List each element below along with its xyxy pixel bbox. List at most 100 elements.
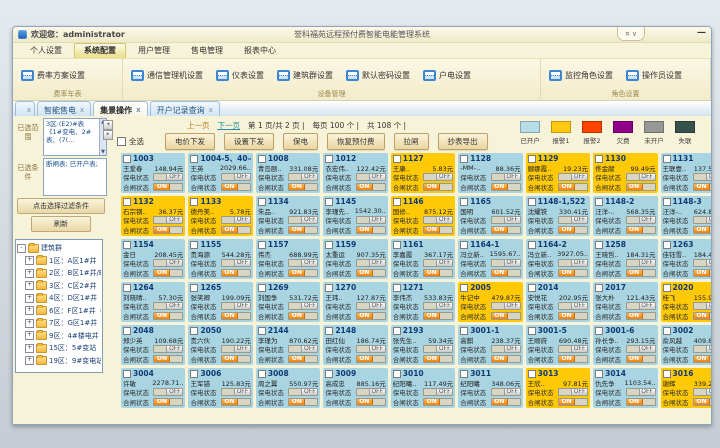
switch-state-toggle[interactable]: ON <box>153 183 183 191</box>
menu-item-用户管理[interactable]: 用户管理 <box>129 44 179 58</box>
power-protect-toggle[interactable]: OFF <box>491 345 521 353</box>
tree-item[interactable]: +4区：D区1#井（D区.. <box>17 292 101 305</box>
card-checkbox[interactable] <box>528 155 536 163</box>
power-protect-toggle[interactable]: OFF <box>221 302 251 310</box>
card-checkbox[interactable] <box>460 284 468 292</box>
switch-state-toggle[interactable]: ON <box>626 183 656 191</box>
card-checkbox[interactable] <box>325 241 333 249</box>
card-checkbox[interactable] <box>258 241 266 249</box>
power-protect-toggle[interactable]: OFF <box>153 302 183 310</box>
card-checkbox[interactable] <box>460 370 468 378</box>
power-protect-toggle[interactable]: OFF <box>288 216 318 224</box>
card-checkbox[interactable] <box>393 241 401 249</box>
power-protect-toggle[interactable]: OFF <box>221 345 251 353</box>
next-page-link[interactable]: 下一页 <box>218 120 241 131</box>
card-checkbox[interactable] <box>663 155 671 163</box>
switch-state-toggle[interactable]: ON <box>558 269 588 277</box>
power-protect-toggle[interactable]: OFF <box>423 216 453 224</box>
switch-state-toggle[interactable]: ON <box>626 355 656 363</box>
card-checkbox[interactable] <box>393 327 401 335</box>
card-checkbox[interactable] <box>325 284 333 292</box>
card-checkbox[interactable] <box>393 284 401 292</box>
card-checkbox[interactable] <box>460 155 468 163</box>
power-protect-toggle[interactable]: OFF <box>153 345 183 353</box>
switch-state-toggle[interactable]: ON <box>356 398 386 406</box>
card-checkbox[interactable] <box>325 370 333 378</box>
power-protect-toggle[interactable]: OFF <box>491 216 521 224</box>
power-protect-toggle[interactable]: OFF <box>356 388 386 396</box>
power-protect-toggle[interactable]: OFF <box>221 173 251 181</box>
expand-expander-icon[interactable]: + <box>25 281 34 290</box>
card-checkbox[interactable] <box>123 284 131 292</box>
card-checkbox[interactable] <box>460 327 468 335</box>
switch-state-toggle[interactable]: ON <box>693 312 712 320</box>
card-checkbox[interactable] <box>190 370 198 378</box>
switch-state-toggle[interactable]: ON <box>491 226 521 234</box>
power-protect-toggle[interactable]: OFF <box>153 173 183 181</box>
power-protect-toggle[interactable]: OFF <box>491 259 521 267</box>
switch-state-toggle[interactable]: ON <box>288 355 318 363</box>
power-protect-toggle[interactable]: OFF <box>626 345 656 353</box>
switch-state-toggle[interactable]: ON <box>558 355 588 363</box>
switch-state-toggle[interactable]: ON <box>153 355 183 363</box>
power-protect-toggle[interactable]: OFF <box>288 345 318 353</box>
selected-range-box[interactable]: 3区:(E2)#表《1#变电、2#表、(7(... ▲ ▼ <box>43 118 107 156</box>
power-protect-toggle[interactable]: OFF <box>558 345 588 353</box>
card-checkbox[interactable] <box>528 198 536 206</box>
switch-state-toggle[interactable]: ON <box>221 269 251 277</box>
card-checkbox[interactable] <box>258 284 266 292</box>
card-checkbox[interactable] <box>460 241 468 249</box>
minimize-button[interactable]: — <box>697 28 706 39</box>
switch-state-toggle[interactable]: ON <box>491 183 521 191</box>
card-checkbox[interactable] <box>258 198 266 206</box>
card-checkbox[interactable] <box>393 198 401 206</box>
power-protect-toggle[interactable]: OFF <box>693 259 712 267</box>
card-checkbox[interactable] <box>595 241 603 249</box>
ribbon-button-户电设置[interactable]: 户电设置 <box>421 69 473 82</box>
tree-item[interactable]: +2区：B区1#井/B区1.. <box>17 267 101 280</box>
card-checkbox[interactable] <box>190 155 198 163</box>
expand-expander-icon[interactable]: + <box>25 294 34 303</box>
switch-state-toggle[interactable]: ON <box>221 312 251 320</box>
power-protect-toggle[interactable]: OFF <box>693 388 712 396</box>
switch-state-toggle[interactable]: ON <box>288 398 318 406</box>
switch-state-toggle[interactable]: ON <box>153 269 183 277</box>
expand-expander-icon[interactable]: + <box>25 356 34 365</box>
toolbar-button-恢复预付费[interactable]: 恢复预付费 <box>327 133 385 150</box>
switch-state-toggle[interactable]: ON <box>356 183 386 191</box>
toolbar-button-设置下发[interactable]: 设置下发 <box>224 133 274 150</box>
power-protect-toggle[interactable]: OFF <box>221 259 251 267</box>
card-checkbox[interactable] <box>393 370 401 378</box>
card-checkbox[interactable] <box>258 155 266 163</box>
switch-state-toggle[interactable]: ON <box>626 312 656 320</box>
switch-state-toggle[interactable]: ON <box>288 183 318 191</box>
card-checkbox[interactable] <box>123 155 131 163</box>
ribbon-button-通信管理机设置[interactable]: 通信管理机设置 <box>129 69 205 82</box>
power-protect-toggle[interactable]: OFF <box>288 259 318 267</box>
toolbar-button-抄表导出[interactable]: 抄表导出 <box>438 133 488 150</box>
prev-page-link[interactable]: 上一页 <box>187 120 210 131</box>
switch-state-toggle[interactable]: ON <box>423 398 453 406</box>
power-protect-toggle[interactable]: OFF <box>558 216 588 224</box>
tab-close-icon[interactable]: x <box>80 107 84 114</box>
switch-state-toggle[interactable]: ON <box>153 226 183 234</box>
card-checkbox[interactable] <box>595 370 603 378</box>
card-checkbox[interactable] <box>190 241 198 249</box>
expand-expander-icon[interactable]: + <box>25 256 34 265</box>
power-protect-toggle[interactable]: OFF <box>288 388 318 396</box>
card-checkbox[interactable] <box>190 284 198 292</box>
toolbar-button-电价下发[interactable]: 电价下发 <box>165 133 215 150</box>
card-checkbox[interactable] <box>460 198 468 206</box>
card-checkbox[interactable] <box>190 198 198 206</box>
switch-state-toggle[interactable]: ON <box>626 226 656 234</box>
power-protect-toggle[interactable]: OFF <box>491 388 521 396</box>
tree-item[interactable]: +19区：9#变电站（2.. <box>17 355 101 368</box>
card-checkbox[interactable] <box>258 370 266 378</box>
power-protect-toggle[interactable]: OFF <box>626 216 656 224</box>
card-checkbox[interactable] <box>123 241 131 249</box>
power-protect-toggle[interactable]: OFF <box>626 259 656 267</box>
tree-item[interactable]: +3区：C区2#井（1#.. <box>17 280 101 293</box>
refresh-button[interactable]: 刷新 <box>31 216 91 232</box>
ribbon-button-监控角色设置[interactable]: 监控角色设置 <box>547 69 615 82</box>
power-protect-toggle[interactable]: OFF <box>356 216 386 224</box>
